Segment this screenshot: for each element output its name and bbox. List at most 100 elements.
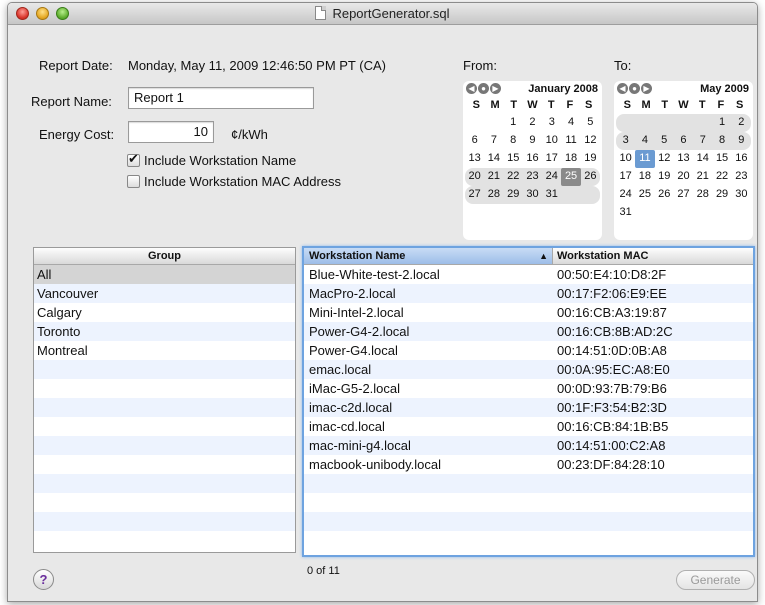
from-calendar[interactable]: ◀ ● ▶ January 2008 SMTWTFS 1 2 3 4 5 6 7 8 9 10 11…	[463, 81, 602, 240]
calendar-day[interactable]: 17	[542, 150, 561, 168]
calendar-day[interactable]: 18	[561, 150, 580, 168]
from-calendar-nav[interactable]: ◀ ● ▶	[466, 83, 501, 94]
calendar-day[interactable]: 23	[523, 168, 542, 186]
calendar-day[interactable]: 9	[732, 132, 751, 150]
calendar-day[interactable]: 16	[732, 150, 751, 168]
calendar-day[interactable]: 13	[674, 150, 693, 168]
calendar-day[interactable]: 1	[712, 114, 731, 132]
calendar-day[interactable]: 25	[635, 186, 654, 204]
calendar-day[interactable]: 17	[616, 168, 635, 186]
workstation-row[interactable]: MacPro-2.local 00:17:F2:06:E9:EE	[304, 284, 753, 303]
workstation-row[interactable]: imac-cd.local 00:16:CB:84:1B:B5	[304, 417, 753, 436]
calendar-day[interactable]: 22	[712, 168, 731, 186]
calendar-day[interactable]: 9	[523, 132, 542, 150]
to-calendar-days[interactable]: 1 2 3 4 5 6 7 8 9 10 11 12 13 14 15 16 17 18 19 20 21 22 23 24 2…	[616, 114, 751, 222]
group-row[interactable]: Vancouver	[34, 284, 295, 303]
calendar-day[interactable]: 29	[504, 186, 523, 204]
calendar-day[interactable]: 19	[581, 150, 600, 168]
include-workstation-mac-checkbox[interactable]: Include Workstation MAC Address	[127, 174, 341, 189]
workstation-mac-column-header[interactable]: Workstation MAC	[553, 248, 648, 264]
calendar-day[interactable]: 2	[732, 114, 751, 132]
calendar-day[interactable]: 12	[581, 132, 600, 150]
to-calendar-nav[interactable]: ◀ ● ▶	[617, 83, 652, 94]
help-button[interactable]: ?	[33, 569, 54, 590]
calendar-day[interactable]: 28	[693, 186, 712, 204]
calendar-day[interactable]: 3	[542, 114, 561, 132]
calendar-day[interactable]: 11	[561, 132, 580, 150]
calendar-day[interactable]: 8	[504, 132, 523, 150]
workstation-row[interactable]: mac-mini-g4.local 00:14:51:00:C2:A8	[304, 436, 753, 455]
calendar-day[interactable]: 24	[542, 168, 561, 186]
generate-button[interactable]: Generate	[676, 570, 755, 590]
workstation-row[interactable]: emac.local 00:0A:95:EC:A8:E0	[304, 360, 753, 379]
next-month-icon[interactable]: ▶	[641, 83, 652, 94]
workstation-table[interactable]: Workstation Name ▲ Workstation MAC Blue-W…	[302, 246, 755, 557]
calendar-day[interactable]: 11	[635, 150, 655, 168]
calendar-day[interactable]: 26	[655, 186, 674, 204]
calendar-day[interactable]: 3	[616, 132, 635, 150]
group-row[interactable]: All	[34, 265, 295, 284]
calendar-day[interactable]: 8	[712, 132, 731, 150]
calendar-day[interactable]: 5	[581, 114, 600, 132]
workstation-row[interactable]: iMac-G5-2.local 00:0D:93:7B:79:B6	[304, 379, 753, 398]
group-rows[interactable]: All Vancouver Calgary Toronto Montreal	[34, 265, 295, 550]
workstation-rows[interactable]: Blue-White-test-2.local 00:50:E4:10:D8:2F…	[304, 265, 753, 550]
next-month-icon[interactable]: ▶	[490, 83, 501, 94]
from-calendar-days[interactable]: 1 2 3 4 5 6 7 8 9 10 11 12 13 14 15 16 17 18 19 20 21 22 23 24 2…	[465, 114, 600, 204]
checkbox-checked-icon[interactable]	[127, 151, 140, 167]
calendar-day[interactable]: 27	[674, 186, 693, 204]
calendar-day[interactable]: 7	[693, 132, 712, 150]
group-column-header[interactable]: Group	[34, 248, 295, 265]
energy-cost-input[interactable]: 10	[128, 121, 214, 143]
today-icon[interactable]: ●	[629, 83, 640, 94]
calendar-day[interactable]: 25	[561, 168, 581, 186]
calendar-day[interactable]: 21	[693, 168, 712, 186]
calendar-day[interactable]: 27	[465, 186, 484, 204]
calendar-day[interactable]: 5	[655, 132, 674, 150]
calendar-day[interactable]: 29	[712, 186, 731, 204]
calendar-day[interactable]: 13	[465, 150, 484, 168]
workstation-name-column-header[interactable]: Workstation Name ▲	[304, 248, 553, 264]
calendar-day[interactable]: 26	[581, 168, 600, 186]
workstation-row[interactable]: macbook-unibody.local 00:23:DF:84:28:10	[304, 455, 753, 474]
group-row[interactable]: Montreal	[34, 341, 295, 360]
workstation-row[interactable]: Blue-White-test-2.local 00:50:E4:10:D8:2F	[304, 265, 753, 284]
calendar-day[interactable]: 6	[674, 132, 693, 150]
calendar-day[interactable]: 15	[504, 150, 523, 168]
calendar-day[interactable]: 2	[523, 114, 542, 132]
group-list[interactable]: Group All Vancouver Calgary Toronto Montreal	[33, 247, 296, 553]
calendar-day[interactable]: 30	[523, 186, 542, 204]
calendar-day[interactable]: 31	[616, 204, 635, 222]
include-workstation-name-checkbox[interactable]: Include Workstation Name	[127, 151, 296, 168]
calendar-day[interactable]: 6	[465, 132, 484, 150]
calendar-day[interactable]: 16	[523, 150, 542, 168]
calendar-day[interactable]: 14	[484, 150, 503, 168]
calendar-day[interactable]: 24	[616, 186, 635, 204]
group-row[interactable]: Calgary	[34, 303, 295, 322]
workstation-row[interactable]: Power-G4-2.local 00:16:CB:8B:AD:2C	[304, 322, 753, 341]
report-name-input[interactable]: Report 1	[128, 87, 314, 109]
calendar-day[interactable]: 10	[616, 150, 635, 168]
calendar-day[interactable]: 19	[655, 168, 674, 186]
calendar-day[interactable]: 12	[655, 150, 674, 168]
calendar-day[interactable]: 22	[504, 168, 523, 186]
calendar-day[interactable]: 10	[542, 132, 561, 150]
today-icon[interactable]: ●	[478, 83, 489, 94]
prev-month-icon[interactable]: ◀	[466, 83, 477, 94]
workstation-row[interactable]: Mini-Intel-2.local 00:16:CB:A3:19:87	[304, 303, 753, 322]
calendar-day[interactable]: 23	[732, 168, 751, 186]
calendar-day[interactable]: 15	[712, 150, 731, 168]
calendar-day[interactable]: 7	[484, 132, 503, 150]
calendar-day[interactable]: 14	[693, 150, 712, 168]
calendar-day[interactable]: 30	[732, 186, 751, 204]
calendar-day[interactable]: 20	[465, 168, 484, 186]
workstation-row[interactable]: Power-G4.local 00:14:51:0D:0B:A8	[304, 341, 753, 360]
title-bar[interactable]: ReportGenerator.sql	[8, 3, 757, 25]
group-row[interactable]: Toronto	[34, 322, 295, 341]
prev-month-icon[interactable]: ◀	[617, 83, 628, 94]
calendar-day[interactable]: 20	[674, 168, 693, 186]
to-calendar[interactable]: ◀ ● ▶ May 2009 SMTWTFS 1 2 3 4 5 6 7 8 9 10 11 12 13…	[614, 81, 753, 240]
checkbox-unchecked-icon[interactable]	[127, 175, 140, 188]
calendar-day[interactable]: 18	[635, 168, 654, 186]
workstation-row[interactable]: imac-c2d.local 00:1F:F3:54:B2:3D	[304, 398, 753, 417]
